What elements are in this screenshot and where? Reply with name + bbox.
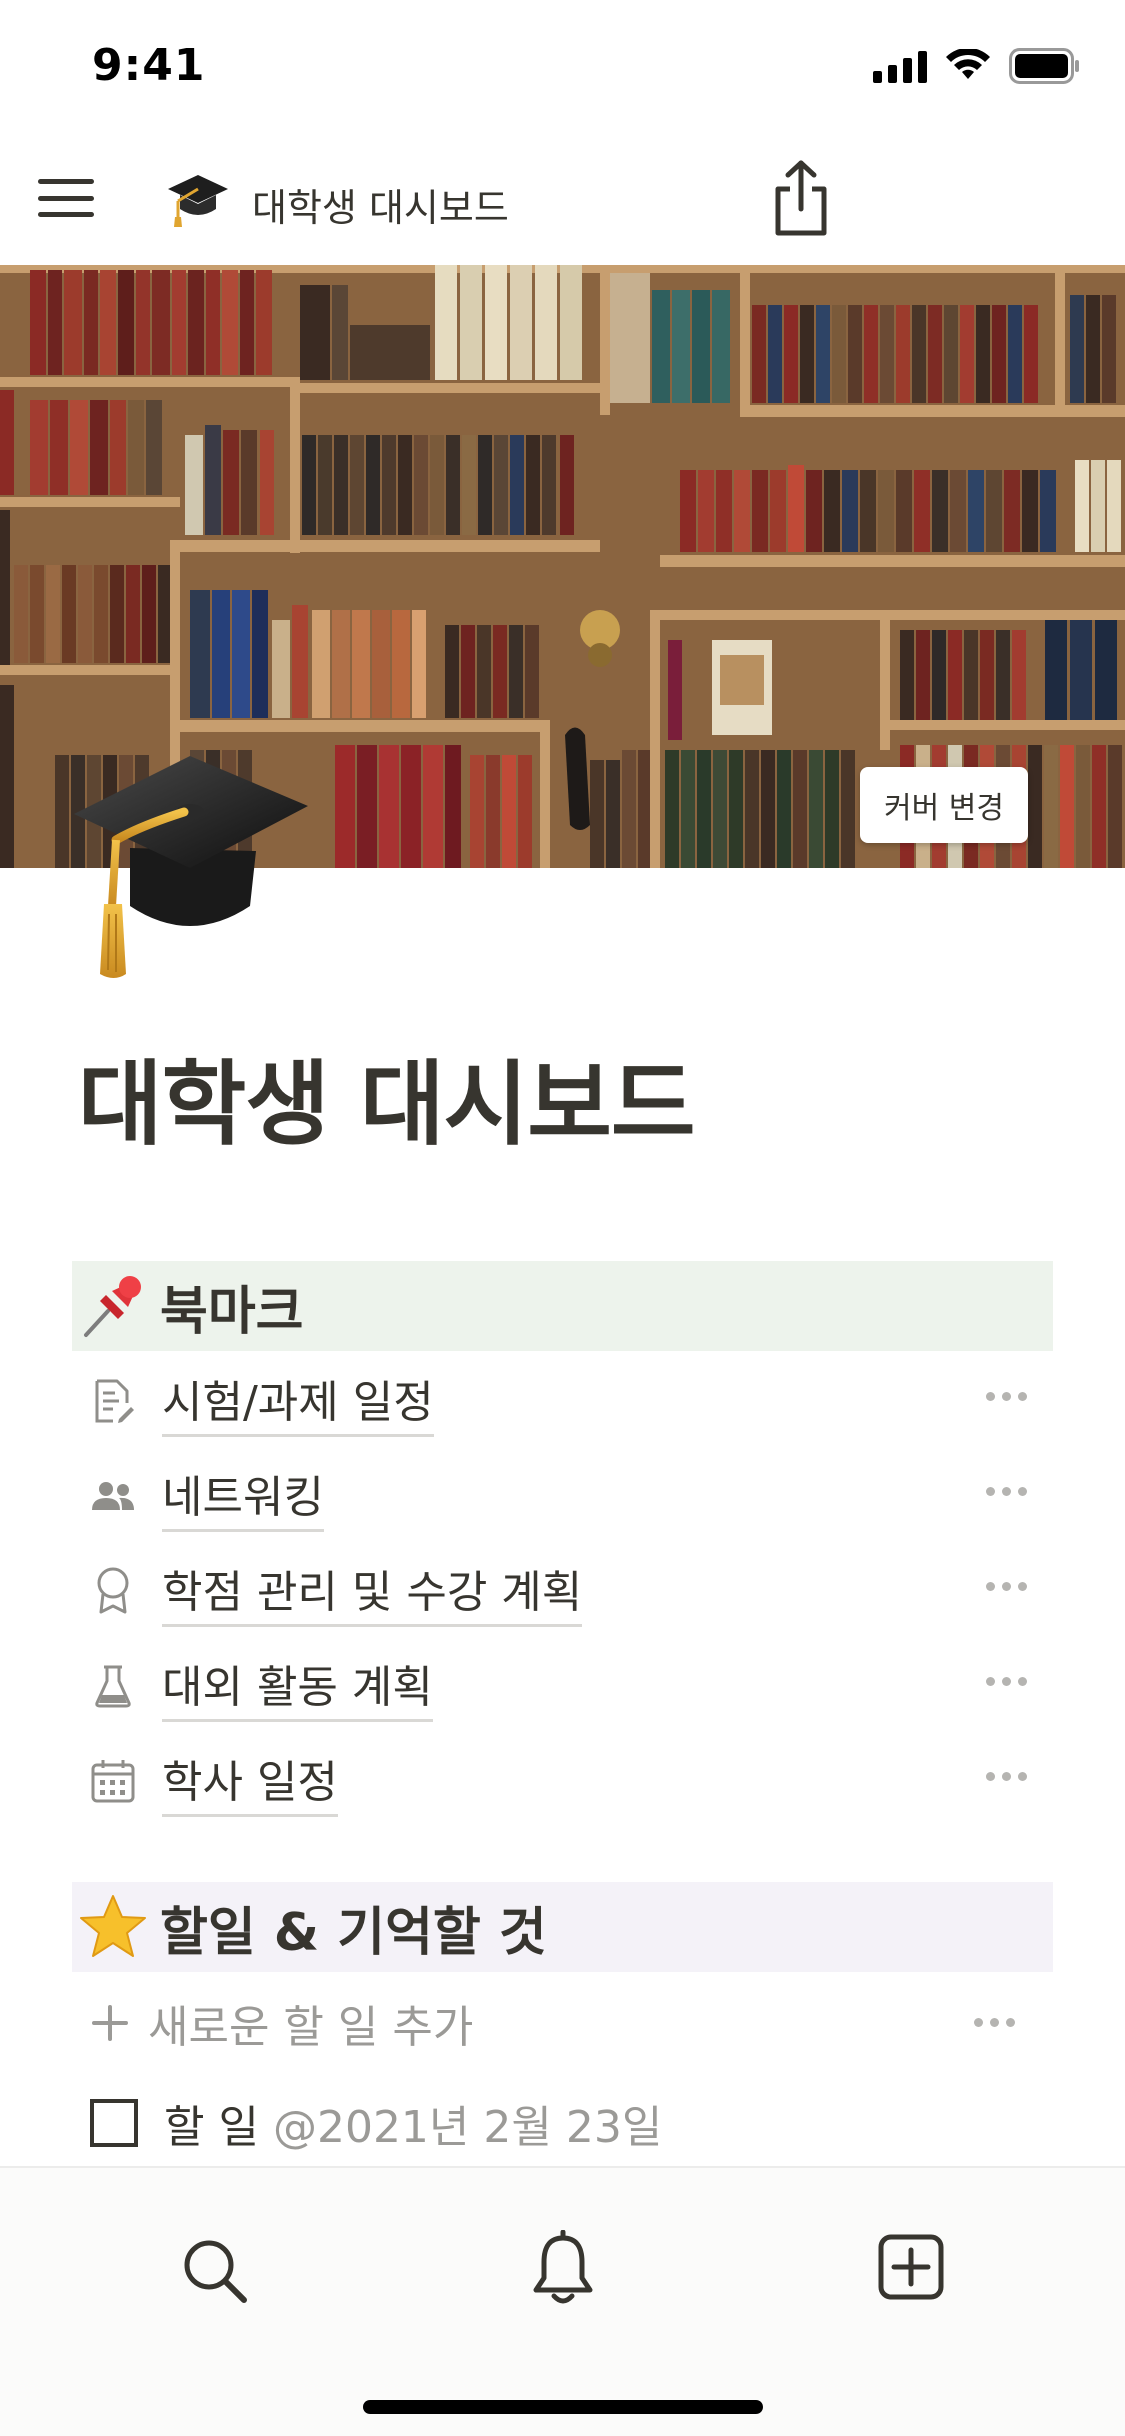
bookmark-item-label[interactable]: 네트워킹 [162,1461,324,1532]
flask-icon [88,1661,138,1711]
graduation-cap-icon[interactable] [70,756,310,986]
new-page-icon[interactable] [876,2232,946,2302]
todos-header-label: 할일 & 기억할 것 [160,1902,547,1963]
bookmark-item-grade-management[interactable]: 학점 관리 및 수강 계획 [72,1544,1053,1638]
cellular-signal-icon [873,49,927,83]
bookmark-item-exam-schedule[interactable]: 시험/과제 일정 [72,1354,1053,1448]
document-edit-icon [88,1376,138,1426]
more-options-icon[interactable] [974,2018,1015,2027]
hamburger-menu-icon[interactable] [38,173,94,223]
change-cover-button[interactable]: 커버 변경 [860,767,1028,843]
todo-checkbox[interactable] [90,2099,138,2147]
add-todo-label: 새로운 할 일 추가 [148,2002,474,2053]
status-icons [873,48,1081,84]
people-icon [88,1471,138,1521]
bookmark-item-label[interactable]: 학점 관리 및 수강 계획 [162,1556,583,1627]
page-title[interactable]: 대학생 대시보드 [78,1030,696,1163]
bottom-tab-bar [0,2166,1125,2436]
more-options-icon[interactable] [986,1677,1027,1686]
bell-icon[interactable] [528,2230,598,2308]
star-icon [80,1895,146,1957]
more-options-icon[interactable] [986,1487,1027,1496]
top-navigation: 대학생 대시보드 [0,135,1125,265]
search-icon[interactable] [180,2236,250,2306]
home-indicator[interactable] [363,2400,763,2414]
todos-callout[interactable]: 할일 & 기억할 것 [72,1882,1053,1972]
award-ribbon-icon [88,1566,138,1616]
graduation-cap-icon [168,175,228,227]
pushpin-icon [84,1276,141,1337]
bookmarks-callout[interactable]: 북마크 [72,1261,1053,1351]
bookmark-item-label[interactable]: 대외 활동 계획 [162,1651,433,1722]
plus-icon [90,2003,130,2043]
bookmarks-header-label: 북마크 [160,1281,304,1342]
share-icon[interactable] [770,159,832,239]
more-options-icon[interactable] [986,1772,1027,1781]
calendar-icon [88,1756,138,1806]
status-time: 9:41 [92,40,206,91]
more-options-icon[interactable] [986,1392,1027,1401]
bookmark-item-networking[interactable]: 네트워킹 [72,1449,1053,1543]
nav-page-title[interactable]: 대학생 대시보드 [252,177,509,232]
more-options-icon[interactable] [986,1582,1027,1591]
todo-item: 할 일 @2021년 2월 23일 [72,2078,1053,2168]
battery-icon [1009,48,1081,84]
todo-label[interactable]: 할 일 [164,2091,259,2155]
add-todo-button[interactable]: 새로운 할 일 추가 [72,1978,1053,2068]
bookmark-item-label[interactable]: 시험/과제 일정 [162,1366,434,1437]
wifi-icon [945,49,991,83]
status-bar: 9:41 [0,0,1125,135]
bookmark-item-external-activities[interactable]: 대외 활동 계획 [72,1639,1053,1733]
bookmark-item-academic-calendar[interactable]: 학사 일정 [72,1734,1053,1828]
todo-date-mention[interactable]: @2021년 2월 23일 [273,2091,662,2155]
bookmark-item-label[interactable]: 학사 일정 [162,1746,338,1817]
